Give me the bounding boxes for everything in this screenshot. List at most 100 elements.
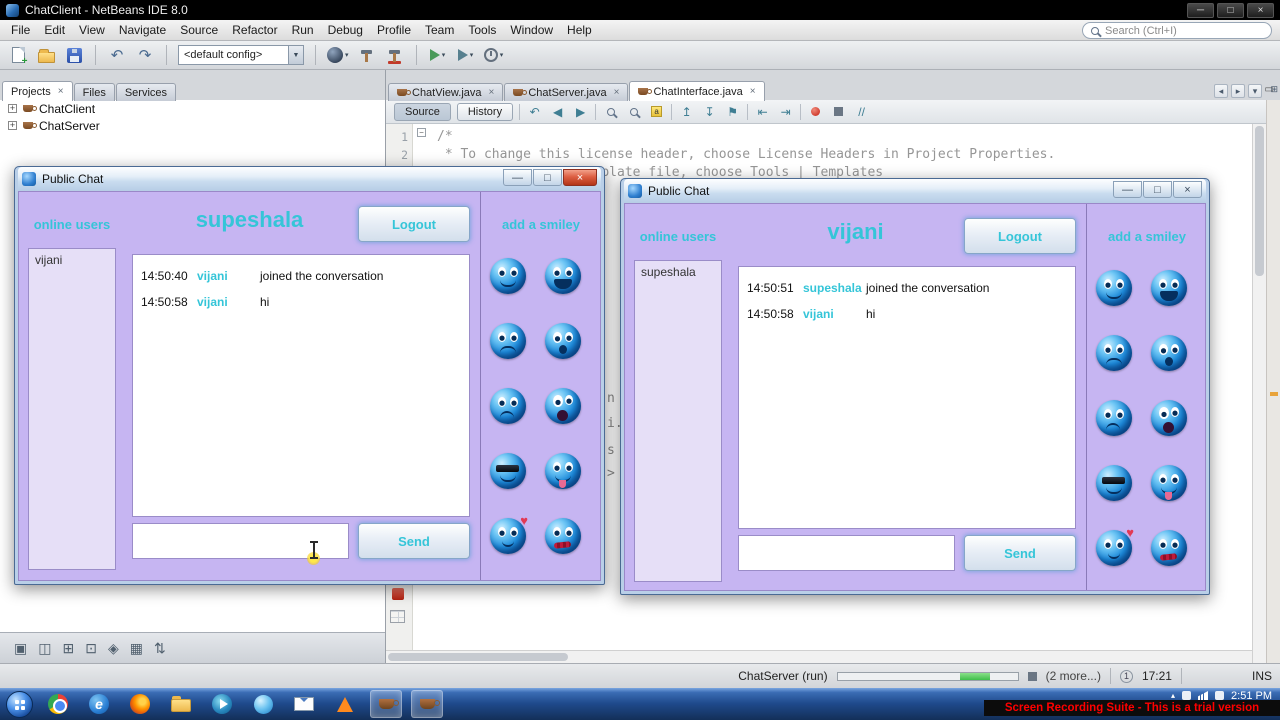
tab-projects[interactable]: Projects × <box>2 81 73 101</box>
online-user[interactable]: supeshala <box>641 265 715 279</box>
smiley-cool-icon[interactable] <box>490 453 526 489</box>
close-tab-icon[interactable]: × <box>750 86 756 97</box>
close-button[interactable]: × <box>1247 2 1274 18</box>
smiley-sick-icon[interactable] <box>545 518 581 554</box>
scroll-tabs-left-button[interactable]: ◂ <box>1214 84 1228 98</box>
taskbar-vlc-button[interactable] <box>329 690 361 718</box>
smiley-surprised-icon[interactable] <box>1151 335 1187 371</box>
expand-icon[interactable]: + <box>8 104 17 113</box>
smiley-angry-icon[interactable] <box>1096 335 1132 371</box>
show-hidden-icons-button[interactable]: ▴ <box>1171 691 1175 700</box>
taskbar-java-app-2-button[interactable] <box>411 690 443 718</box>
tab-list-button[interactable]: ▾ <box>1248 84 1262 98</box>
logout-button[interactable]: Logout <box>964 218 1076 254</box>
toggle-bookmark-button[interactable]: ⚑ <box>724 103 741 121</box>
menu-profile[interactable]: Profile <box>370 21 418 39</box>
run-configuration-button[interactable]: ▾ <box>327 44 349 66</box>
smiley-love-icon[interactable] <box>1096 525 1134 566</box>
chat-minimize-button[interactable]: — <box>503 169 532 186</box>
tab-chatview[interactable]: ChatView.java × <box>388 83 504 101</box>
smiley-love-icon[interactable] <box>490 513 528 554</box>
table-edit-icon[interactable]: ▦ <box>130 640 143 657</box>
editor-horizontal-scrollbar[interactable] <box>386 650 1252 663</box>
smiley-surprised-icon[interactable] <box>545 323 581 359</box>
open-project-button[interactable] <box>36 44 56 66</box>
chat-messages[interactable]: 14:50:40 vijani joined the conversation … <box>132 254 470 517</box>
last-edit-button[interactable]: ↶ <box>526 103 543 121</box>
redo-button[interactable]: ↷ <box>135 44 155 66</box>
undo-button[interactable]: ↶ <box>107 44 127 66</box>
online-users-list[interactable]: supeshala <box>634 260 722 582</box>
minimize-button[interactable]: ─ <box>1187 2 1214 18</box>
chat-maximize-button[interactable]: □ <box>533 169 562 186</box>
smiley-angry-icon[interactable] <box>490 323 526 359</box>
build-project-button[interactable] <box>357 44 377 66</box>
record-macro-button[interactable] <box>807 103 824 121</box>
diff-icon[interactable]: ◈ <box>108 640 119 657</box>
find-occurrence-button[interactable] <box>625 103 642 121</box>
menu-window[interactable]: Window <box>503 21 560 39</box>
scroll-tabs-right-button[interactable]: ▸ <box>1231 84 1245 98</box>
tree-item-chatclient[interactable]: + ChatClient <box>0 100 385 117</box>
chat-maximize-button[interactable]: □ <box>1143 181 1172 198</box>
close-tab-icon[interactable]: × <box>614 87 620 98</box>
process-list-icon[interactable] <box>1027 671 1037 681</box>
chat-messages[interactable]: 14:50:51 supeshala joined the conversati… <box>738 266 1076 529</box>
smiley-tongue-icon[interactable] <box>545 453 581 489</box>
scrollbar-thumb[interactable] <box>1255 126 1264 276</box>
next-bookmark-button[interactable]: ↧ <box>701 103 718 121</box>
smiley-mad-icon[interactable] <box>1096 400 1132 436</box>
smiley-shocked-icon[interactable] <box>1151 400 1187 436</box>
menu-source[interactable]: Source <box>173 21 225 39</box>
editor-vertical-scrollbar[interactable] <box>1252 124 1266 663</box>
clean-build-button[interactable] <box>385 44 405 66</box>
new-file-button[interactable]: + <box>8 44 28 67</box>
chat-window-titlebar[interactable]: Public Chat — □ × <box>18 167 601 191</box>
tab-services[interactable]: Services <box>115 83 177 101</box>
menu-debug[interactable]: Debug <box>321 21 370 39</box>
sort-icon[interactable]: ⇅ <box>154 640 166 657</box>
logout-button[interactable]: Logout <box>358 206 470 242</box>
send-button[interactable]: Send <box>964 535 1076 571</box>
smiley-smile-icon[interactable] <box>490 258 526 294</box>
close-tab-icon[interactable]: × <box>58 86 64 97</box>
tab-chatserver[interactable]: ChatServer.java × <box>504 83 629 101</box>
taskbar-messenger-button[interactable] <box>247 690 279 718</box>
online-user[interactable]: vijani <box>35 253 109 267</box>
stop-macro-button[interactable] <box>830 103 847 121</box>
smiley-smile-icon[interactable] <box>1096 270 1132 306</box>
shift-right-button[interactable]: ⇥ <box>777 103 794 121</box>
smiley-tongue-icon[interactable] <box>1151 465 1187 501</box>
chat-close-button[interactable]: × <box>1173 181 1202 198</box>
back-button[interactable]: ◀ <box>549 103 566 121</box>
run-project-button[interactable]: ▾ <box>428 44 448 66</box>
tab-files[interactable]: Files <box>73 83 115 101</box>
send-button[interactable]: Send <box>358 523 470 559</box>
smiley-laugh-icon[interactable] <box>1151 270 1187 306</box>
warning-mark-icon[interactable] <box>1270 392 1278 396</box>
taskbar-firefox-button[interactable] <box>124 690 156 718</box>
smiley-laugh-icon[interactable] <box>545 258 581 294</box>
action-center-icon[interactable] <box>1182 691 1192 700</box>
chat-close-button[interactable]: × <box>563 169 597 186</box>
menu-edit[interactable]: Edit <box>37 21 72 39</box>
menu-run[interactable]: Run <box>285 21 321 39</box>
window-mode-icon[interactable]: ▣ <box>14 640 27 657</box>
network-icon[interactable] <box>1198 691 1209 700</box>
menu-team[interactable]: Team <box>418 21 461 39</box>
taskbar-mediaplayer-button[interactable] <box>206 690 238 718</box>
menu-file[interactable]: File <box>4 21 37 39</box>
smiley-sick-icon[interactable] <box>1151 530 1187 566</box>
menu-navigate[interactable]: Navigate <box>112 21 173 39</box>
profile-project-button[interactable]: ▾ <box>483 44 504 66</box>
error-stripe[interactable] <box>1266 100 1280 663</box>
start-button[interactable] <box>6 690 33 718</box>
chat-window-titlebar[interactable]: Public Chat — □ × <box>624 179 1206 203</box>
chat-minimize-button[interactable]: — <box>1113 181 1142 198</box>
find-selection-button[interactable] <box>602 103 619 121</box>
split-view-icon[interactable]: ◫ <box>38 640 51 657</box>
taskbar-explorer-button[interactable] <box>165 690 197 718</box>
volume-icon[interactable] <box>1215 691 1225 700</box>
close-tab-icon[interactable]: × <box>489 87 495 98</box>
previous-bookmark-button[interactable]: ↥ <box>678 103 695 121</box>
